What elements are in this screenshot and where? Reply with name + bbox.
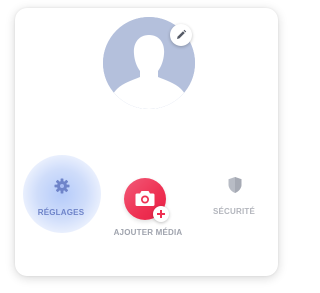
security-button[interactable] bbox=[220, 170, 250, 200]
add-media-plus-badge[interactable] bbox=[153, 206, 169, 222]
shield-icon bbox=[228, 177, 242, 193]
add-media-label: AJOUTER MÉDIA bbox=[113, 228, 183, 237]
camera-icon bbox=[135, 191, 155, 206]
gear-icon bbox=[54, 178, 70, 194]
settings-label: RÉGLAGES bbox=[37, 208, 85, 217]
plus-icon bbox=[157, 210, 165, 218]
pencil-icon bbox=[177, 29, 187, 39]
edit-avatar-button[interactable] bbox=[170, 24, 192, 46]
security-label: SÉCURITÉ bbox=[212, 207, 256, 216]
